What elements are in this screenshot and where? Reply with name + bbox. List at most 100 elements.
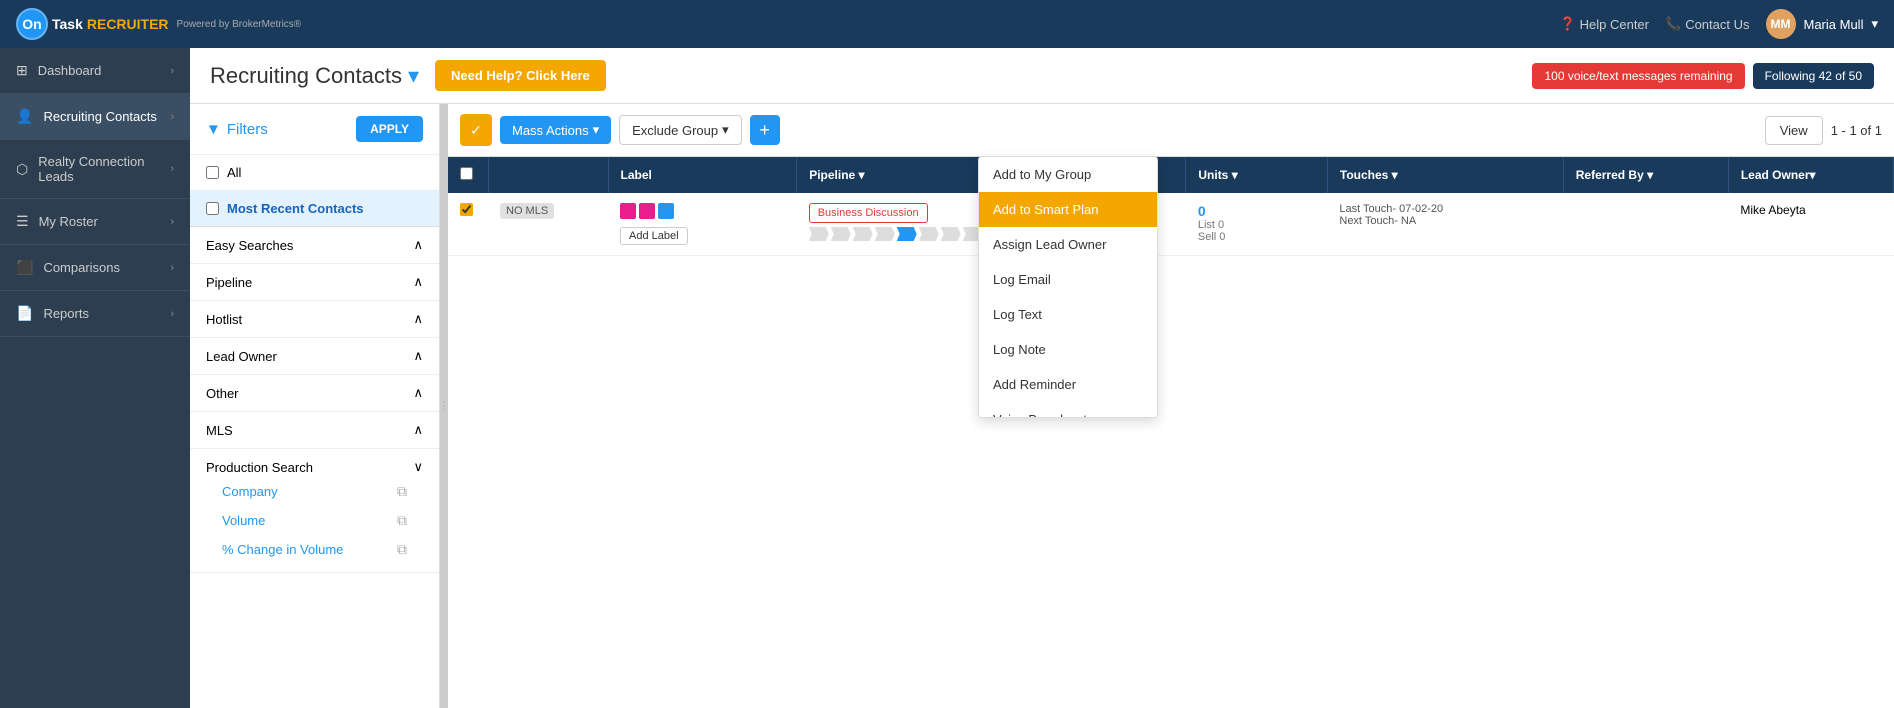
sidebar-item-dashboard[interactable]: ⊞ Dashboard ›	[0, 48, 190, 94]
toolbar: ✓ Mass Actions ▾ Exclude Group ▾ + View …	[448, 104, 1894, 157]
apply-filter-button[interactable]: APPLY	[356, 116, 423, 142]
pipeline-status-badge: Business Discussion	[809, 203, 928, 223]
row-checkbox[interactable]	[460, 203, 473, 216]
col-lead-owner[interactable]: Lead Owner▾	[1728, 157, 1893, 193]
mls-tag: NO MLS	[500, 203, 554, 219]
page-header: Recruiting Contacts ▾ Need Help? Click H…	[190, 48, 1894, 104]
contact-us-link[interactable]: 📞 Contact Us	[1665, 16, 1750, 32]
arrow-7	[941, 227, 961, 241]
filter-section-easy-searches[interactable]: Easy Searches ∧	[190, 227, 439, 264]
filter-sub-company[interactable]: Company ⧉	[206, 475, 423, 504]
mls-chevron-icon: ∧	[413, 422, 423, 438]
main-layout: ⊞ Dashboard › 👤 Recruiting Contacts › ⬡ …	[0, 48, 1894, 708]
sidebar-item-realty-connection-leads[interactable]: ⬡ Realty Connection Leads ›	[0, 140, 190, 199]
col-name[interactable]	[488, 157, 608, 193]
view-button[interactable]: View	[1765, 116, 1823, 145]
pipeline-label: Pipeline	[206, 275, 252, 290]
filter-section-lead-owner[interactable]: Lead Owner ∧	[190, 338, 439, 375]
logo-icon: On	[16, 8, 48, 40]
col-units[interactable]: Units ▾	[1186, 157, 1328, 193]
select-all-button[interactable]: ✓	[460, 114, 492, 146]
header-checkbox[interactable]	[460, 167, 473, 180]
units-list: List 0	[1198, 219, 1316, 231]
following-badge[interactable]: Following 42 of 50	[1753, 63, 1874, 89]
page-title: Recruiting Contacts ▾	[210, 63, 419, 89]
sidebar-item-reports[interactable]: 📄 Reports ›	[0, 291, 190, 337]
mass-actions-label: Mass Actions	[512, 123, 589, 138]
hotlist-chevron-icon: ∧	[413, 311, 423, 327]
help-center-link[interactable]: ❓ Help Center	[1559, 16, 1649, 32]
filter-sub-pct-change[interactable]: % Change in Volume ⧉	[206, 533, 423, 562]
filter-sub-volume[interactable]: Volume ⧉	[206, 504, 423, 533]
col-referred-by[interactable]: Referred By ▾	[1563, 157, 1728, 193]
logo-recruiter-text: RECRUITER	[87, 16, 169, 32]
filter-section-mls[interactable]: MLS ∧	[190, 412, 439, 449]
comparisons-icon: ⬛	[16, 259, 33, 276]
col-touches[interactable]: Touches ▾	[1327, 157, 1563, 193]
cell-label: Add Label	[608, 193, 797, 256]
sidebar-dashboard-label: Dashboard	[38, 63, 102, 78]
units-value: 0	[1198, 203, 1316, 219]
sidebar-reports-label: Reports	[43, 306, 89, 321]
reports-icon: 📄	[16, 305, 33, 322]
all-checkbox[interactable]	[206, 166, 219, 179]
copy-icon-2: ⧉	[397, 512, 407, 529]
cell-checkbox[interactable]	[448, 193, 488, 256]
arrow-6	[919, 227, 939, 241]
menu-item-log-email[interactable]: Log Email	[979, 262, 1157, 297]
production-search-header[interactable]: Production Search ∨	[206, 459, 423, 475]
avatar: MM	[1766, 9, 1796, 39]
menu-item-log-text[interactable]: Log Text	[979, 297, 1157, 332]
resize-handle[interactable]: ⋮	[440, 104, 448, 708]
menu-item-assign-lead-owner[interactable]: Assign Lead Owner	[979, 227, 1157, 262]
user-chevron-icon: ▾	[1871, 16, 1878, 32]
user-menu[interactable]: MM Maria Mull ▾	[1766, 9, 1879, 39]
filter-saved-most-recent[interactable]: Most Recent Contacts	[190, 191, 439, 227]
sidebar-item-comparisons[interactable]: ⬛ Comparisons ›	[0, 245, 190, 291]
table-row: NO MLS Add Label	[448, 193, 1894, 256]
cell-mls: NO MLS	[488, 193, 608, 256]
sidebar: ⊞ Dashboard › 👤 Recruiting Contacts › ⬡ …	[0, 48, 190, 708]
messages-remaining-badge: 100 voice/text messages remaining	[1532, 63, 1744, 89]
menu-item-add-to-my-group[interactable]: Add to My Group	[979, 157, 1157, 192]
most-recent-checkbox[interactable]	[206, 202, 219, 215]
logo-powered-text: Powered by BrokerMetrics®	[177, 19, 302, 30]
roster-icon: ☰	[16, 213, 29, 230]
sidebar-item-my-roster[interactable]: ☰ My Roster ›	[0, 199, 190, 245]
volume-label: Volume	[222, 513, 265, 528]
user-name: Maria Mull	[1804, 17, 1864, 32]
exclude-group-button[interactable]: Exclude Group ▾	[619, 115, 742, 145]
add-label-button[interactable]: Add Label	[620, 227, 688, 245]
menu-item-voice-broadcast[interactable]: Voice Broadcast	[979, 402, 1157, 417]
help-button[interactable]: Need Help? Click Here	[435, 60, 606, 91]
filter-section-other[interactable]: Other ∧	[190, 375, 439, 412]
menu-item-log-note[interactable]: Log Note	[979, 332, 1157, 367]
logo-area: On Task RECRUITER Powered by BrokerMetri…	[16, 8, 1559, 40]
menu-item-add-to-smart-plan[interactable]: Add to Smart Plan	[979, 192, 1157, 227]
filter-section-hotlist[interactable]: Hotlist ∧	[190, 301, 439, 338]
page-title-dropdown-icon[interactable]: ▾	[408, 63, 419, 89]
filter-all-option[interactable]: All	[190, 155, 439, 191]
help-icon: ❓	[1559, 16, 1575, 32]
lead-owner-label: Lead Owner	[206, 349, 277, 364]
next-touch: Next Touch- NA	[1339, 215, 1551, 227]
dashboard-icon: ⊞	[16, 62, 28, 79]
menu-item-add-reminder[interactable]: Add Reminder	[979, 367, 1157, 402]
sub-content: ▼ Filters APPLY All Most Recent Contacts…	[190, 104, 1894, 708]
logo-task-text: Task	[52, 16, 83, 32]
cell-units: 0 List 0 Sell 0	[1186, 193, 1328, 256]
other-chevron-icon: ∧	[413, 385, 423, 401]
production-search-chevron-icon: ∨	[413, 459, 423, 475]
sidebar-item-recruiting-contacts[interactable]: 👤 Recruiting Contacts ›	[0, 94, 190, 140]
filter-section-pipeline[interactable]: Pipeline ∧	[190, 264, 439, 301]
realty-icon: ⬡	[16, 161, 28, 178]
chevron-right-icon-5: ›	[170, 262, 174, 274]
copy-icon-3: ⧉	[397, 541, 407, 558]
color-dot-2	[639, 203, 655, 219]
sidebar-realty-label: Realty Connection Leads	[38, 154, 170, 184]
add-button[interactable]: +	[750, 115, 780, 145]
hotlist-label: Hotlist	[206, 312, 242, 327]
help-center-label: Help Center	[1580, 17, 1649, 32]
col-label[interactable]: Label	[608, 157, 797, 193]
mass-actions-button[interactable]: Mass Actions ▾	[500, 116, 611, 144]
